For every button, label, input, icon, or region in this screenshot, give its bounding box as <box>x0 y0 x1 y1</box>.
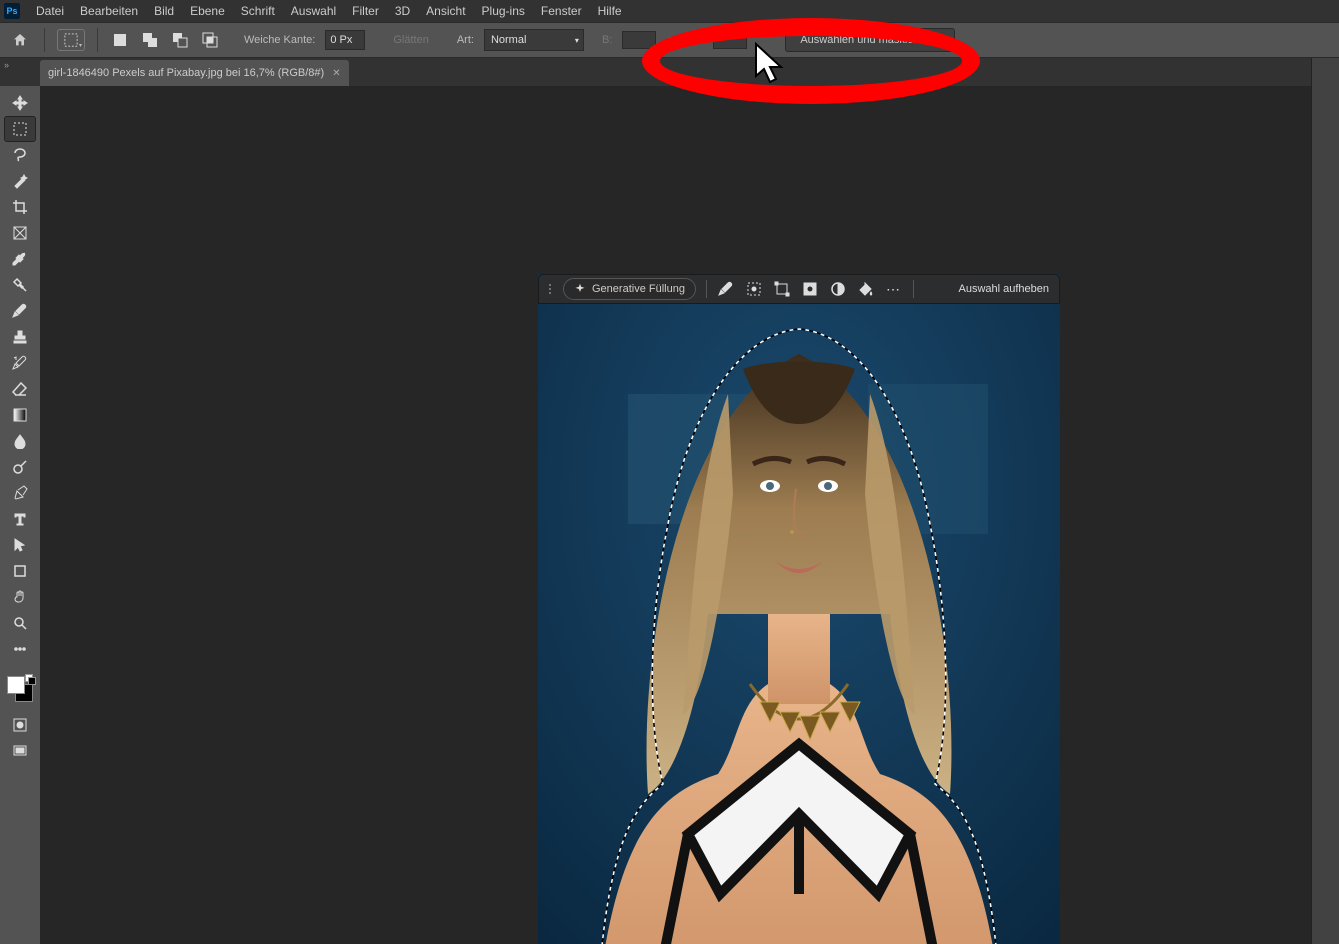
eyedropper-tool[interactable] <box>4 246 36 272</box>
brush-tool[interactable] <box>4 298 36 324</box>
swap-dimensions-icon[interactable] <box>666 32 682 48</box>
style-value: Normal <box>491 34 526 46</box>
sparkle-icon <box>574 283 586 295</box>
gradient-tool[interactable] <box>4 402 36 428</box>
move-tool[interactable] <box>4 90 36 116</box>
new-selection-button[interactable] <box>110 30 130 50</box>
height-label: H: <box>692 34 703 46</box>
ctx-brush-button[interactable] <box>717 280 735 298</box>
eraser-tool[interactable] <box>4 376 36 402</box>
default-colors-icon[interactable] <box>25 674 35 684</box>
ctx-fill-button[interactable] <box>857 280 875 298</box>
magic-wand-tool[interactable] <box>4 168 36 194</box>
screen-mode-toggle[interactable] <box>4 738 36 764</box>
generative-fill-label: Generative Füllung <box>592 283 685 295</box>
pen-tool[interactable] <box>4 480 36 506</box>
marquee-icon <box>64 33 78 47</box>
separator <box>44 28 45 52</box>
lasso-tool[interactable] <box>4 142 36 168</box>
hand-tool[interactable] <box>4 584 36 610</box>
select-and-mask-label: Auswählen und maskieren… <box>800 34 940 46</box>
more-tools-button[interactable] <box>4 636 36 662</box>
quickmask-toggle[interactable] <box>4 712 36 738</box>
dodge-tool[interactable] <box>4 454 36 480</box>
path-select-tool[interactable] <box>4 532 36 558</box>
crop-tool[interactable] <box>4 194 36 220</box>
type-tool[interactable] <box>4 506 36 532</box>
home-button[interactable] <box>8 28 32 52</box>
canvas-area[interactable]: Generative Füllung ⋯ Auswahl aufheben <box>40 86 1339 944</box>
document-image[interactable] <box>538 274 1060 944</box>
menu-edit[interactable]: Bearbeiten <box>72 2 146 20</box>
chevron-down-icon: ▾ <box>79 42 82 49</box>
ctx-mask-button[interactable] <box>801 280 819 298</box>
separator <box>706 280 707 298</box>
menu-plugins[interactable]: Plug-ins <box>474 2 533 20</box>
width-input <box>622 31 656 49</box>
menu-window[interactable]: Fenster <box>533 2 590 20</box>
photo-content <box>538 274 1060 944</box>
menu-filter[interactable]: Filter <box>344 2 387 20</box>
add-selection-button[interactable] <box>140 30 160 50</box>
subtract-selection-button[interactable] <box>170 30 190 50</box>
separator <box>913 280 914 298</box>
document-tab-bar: girl-1846490 Pexels auf Pixabay.jpg bei … <box>0 58 1339 86</box>
history-brush-tool[interactable] <box>4 350 36 376</box>
right-panel-collapsed[interactable] <box>1311 58 1339 944</box>
menu-layer[interactable]: Ebene <box>182 2 233 20</box>
tool-preset-button[interactable]: ▾ <box>57 29 85 51</box>
document-tab-title: girl-1846490 Pexels auf Pixabay.jpg bei … <box>48 67 324 79</box>
menu-select[interactable]: Auswahl <box>283 2 344 20</box>
color-swatches[interactable] <box>7 676 33 702</box>
app-logo: Ps <box>4 3 20 19</box>
left-toolbar <box>0 86 40 944</box>
frame-tool[interactable] <box>4 220 36 246</box>
foreground-swatch[interactable] <box>7 676 25 694</box>
stamp-tool[interactable] <box>4 324 36 350</box>
ctx-more-button[interactable]: ⋯ <box>885 280 903 298</box>
expand-toolbar-toggle[interactable]: » <box>4 60 9 70</box>
document-tab[interactable]: girl-1846490 Pexels auf Pixabay.jpg bei … <box>40 60 349 86</box>
close-tab-button[interactable]: ✕ <box>332 68 340 79</box>
heal-tool[interactable] <box>4 272 36 298</box>
contextual-task-bar[interactable]: Generative Füllung ⋯ Auswahl aufheben <box>538 274 1060 304</box>
width-label: B: <box>602 34 612 46</box>
style-select[interactable]: Normal ▾ <box>484 29 584 51</box>
feather-input[interactable] <box>325 30 365 50</box>
generative-fill-button[interactable]: Generative Füllung <box>563 278 696 300</box>
select-and-mask-button[interactable]: Auswählen und maskieren… <box>785 28 955 52</box>
style-label: Art: <box>457 34 474 46</box>
feather-label: Weiche Kante: <box>244 34 315 46</box>
zoom-tool[interactable] <box>4 610 36 636</box>
options-bar: ▾ Weiche Kante: Glätten Art: Normal ▾ B:… <box>0 22 1339 58</box>
blur-tool[interactable] <box>4 428 36 454</box>
separator <box>97 28 98 52</box>
ctx-modify-button[interactable] <box>745 280 763 298</box>
antialias-label: Glätten <box>393 34 428 46</box>
marquee-tool[interactable] <box>4 116 36 142</box>
ctx-adjustment-button[interactable] <box>829 280 847 298</box>
menu-help[interactable]: Hilfe <box>590 2 630 20</box>
intersect-selection-button[interactable] <box>200 30 220 50</box>
drag-grip-icon[interactable] <box>549 284 551 294</box>
menu-file[interactable]: Datei <box>28 2 72 20</box>
chevron-down-icon: ▾ <box>575 36 579 45</box>
home-icon <box>12 32 28 48</box>
shape-tool[interactable] <box>4 558 36 584</box>
menu-3d[interactable]: 3D <box>387 2 418 20</box>
deselect-button[interactable]: Auswahl aufheben <box>958 283 1049 295</box>
ctx-transform-button[interactable] <box>773 280 791 298</box>
height-input <box>713 31 747 49</box>
menu-bar: Ps Datei Bearbeiten Bild Ebene Schrift A… <box>0 0 1339 22</box>
menu-view[interactable]: Ansicht <box>418 2 473 20</box>
menu-type[interactable]: Schrift <box>233 2 283 20</box>
menu-image[interactable]: Bild <box>146 2 182 20</box>
